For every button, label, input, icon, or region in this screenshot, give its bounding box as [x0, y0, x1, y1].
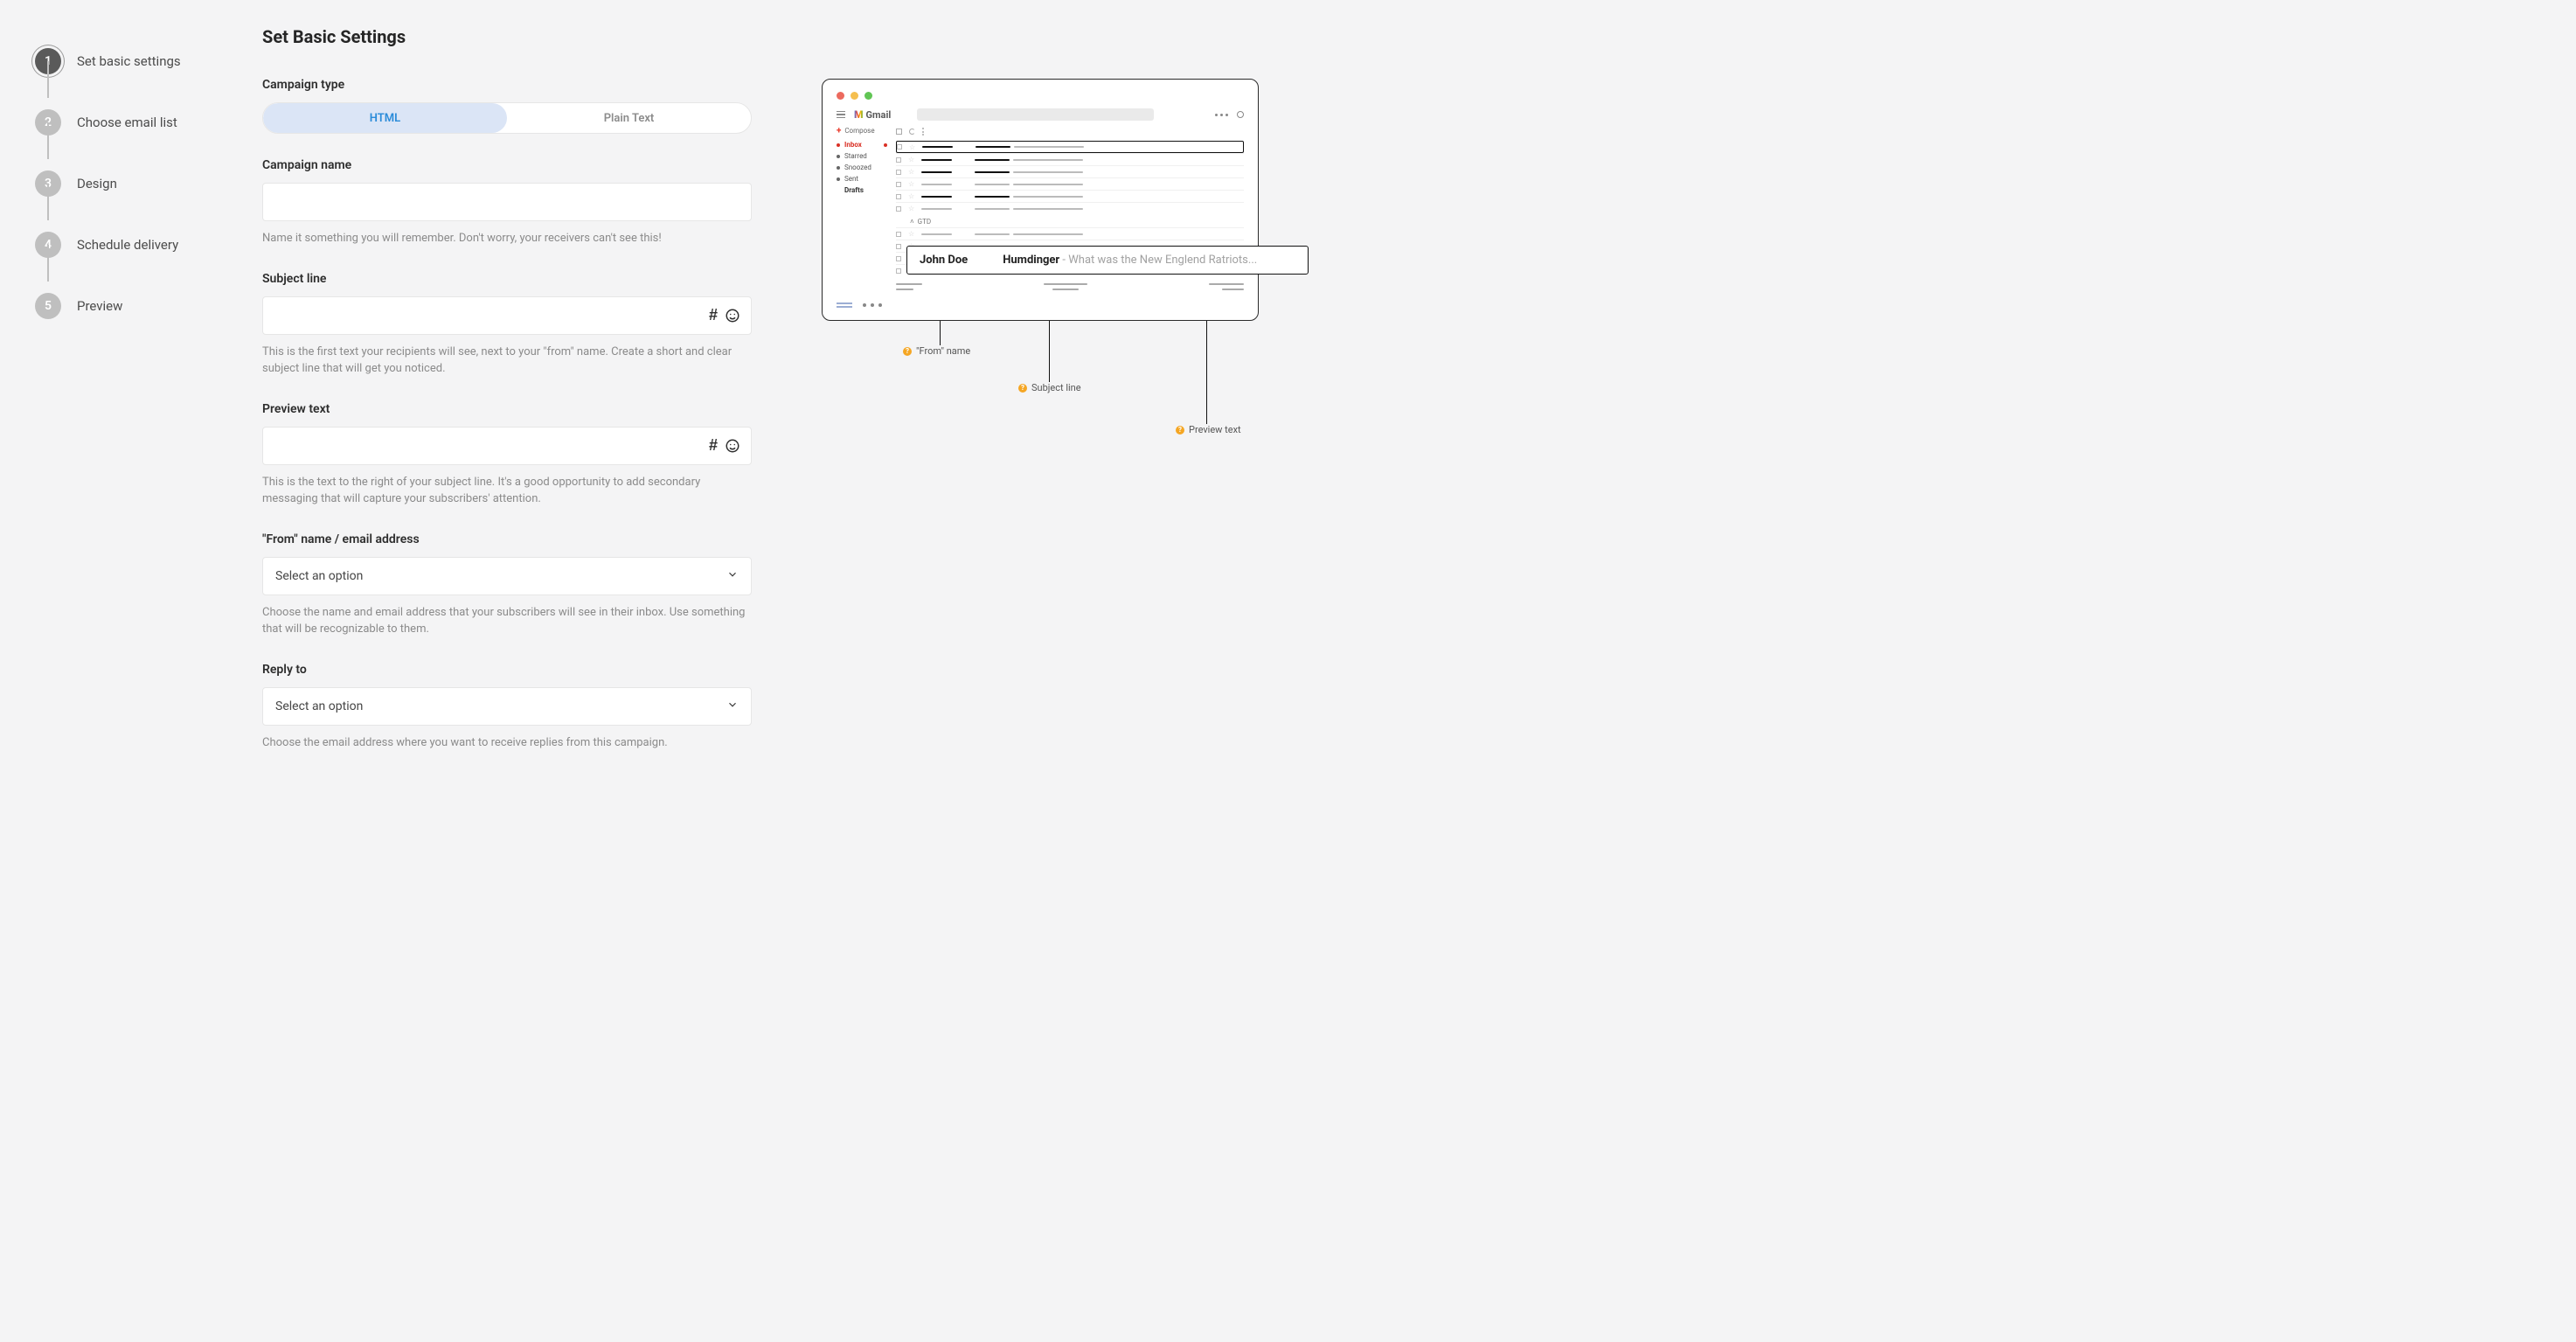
- message-row: ☆: [896, 177, 1244, 190]
- field-help: Name it something you will remember. Don…: [262, 230, 752, 247]
- field-label: Campaign name: [262, 158, 752, 172]
- window-traffic-lights: [823, 80, 1258, 107]
- step-preview[interactable]: 5 Preview: [35, 275, 210, 337]
- folder-drafts: Drafts: [837, 186, 887, 194]
- category-gtd: ˄GTD: [896, 214, 1244, 227]
- apps-grid-icon: [1215, 114, 1228, 116]
- merge-tag-icon[interactable]: #: [709, 436, 718, 455]
- field-label: Campaign type: [262, 78, 752, 92]
- chevron-down-icon: [726, 568, 739, 584]
- preview-text-input[interactable]: [263, 428, 709, 464]
- footer-dots-icon: [863, 303, 882, 307]
- info-badge-icon: ?: [903, 347, 912, 356]
- step-label: Schedule delivery: [77, 237, 178, 253]
- field-preview-text: Preview text # This is the text to the r…: [262, 402, 752, 508]
- field-label: Subject line: [262, 272, 752, 286]
- folder-snoozed: Snoozed: [837, 163, 887, 171]
- step-basic-settings[interactable]: 1 Set basic settings: [35, 31, 210, 92]
- input-wrap: #: [262, 296, 752, 335]
- message-row: ☆: [896, 165, 1244, 177]
- message-row: ☆: [896, 190, 1244, 202]
- step-choose-list[interactable]: 2 Choose email list: [35, 92, 210, 153]
- chevron-down-icon: [726, 699, 739, 714]
- field-subject-line: Subject line # This is the first text yo…: [262, 272, 752, 378]
- emoji-picker-icon[interactable]: [725, 438, 740, 454]
- campaign-name-input[interactable]: [263, 184, 751, 220]
- more-vert-icon: [922, 128, 924, 136]
- step-label: Choose email list: [77, 115, 177, 130]
- message-row: ☆: [896, 141, 1244, 153]
- message-row: ☆: [896, 153, 1244, 165]
- step-number: 5: [35, 293, 61, 319]
- merge-tag-icon[interactable]: #: [709, 306, 718, 324]
- settings-form: Set Basic Settings Campaign type HTML Pl…: [262, 26, 752, 1316]
- sample-email-row: John Doe Humdinger - What was the New En…: [906, 246, 1309, 275]
- field-label: Preview text: [262, 402, 752, 416]
- reply-to-select[interactable]: Select an option: [262, 687, 752, 726]
- folder-starred: Starred: [837, 152, 887, 160]
- folder-inbox: Inbox: [837, 141, 887, 149]
- field-label: "From" name / email address: [262, 532, 752, 546]
- input-wrap: #: [262, 427, 752, 465]
- info-badge-icon: ?: [1176, 426, 1184, 435]
- step-schedule[interactable]: 4 Schedule delivery: [35, 214, 210, 275]
- sample-preview-text: - What was the New Englend Ratriots...: [1059, 254, 1257, 267]
- list-toolbar: [896, 126, 1244, 137]
- field-label: Reply to: [262, 663, 752, 677]
- field-help: Choose the name and email address that y…: [262, 604, 752, 638]
- gmail-logo: MGmail: [854, 108, 891, 121]
- annotation-preview-text: ? Preview text: [1176, 424, 1241, 435]
- from-name-select[interactable]: Select an option: [262, 557, 752, 595]
- step-design[interactable]: 3 Design: [35, 153, 210, 214]
- step-label: Set basic settings: [77, 53, 181, 69]
- traffic-green-icon: [864, 92, 872, 100]
- annotation-from-name: ? "From" name: [903, 345, 970, 357]
- gear-icon: [1237, 111, 1244, 118]
- field-campaign-name: Campaign name Name it something you will…: [262, 158, 752, 247]
- field-campaign-type: Campaign type HTML Plain Text: [262, 78, 752, 134]
- campaign-type-html[interactable]: HTML: [263, 103, 507, 133]
- input-wrap: [262, 183, 752, 221]
- info-badge-icon: ?: [1018, 384, 1027, 393]
- compose-button: +Compose: [837, 126, 887, 136]
- emoji-picker-icon[interactable]: [725, 308, 740, 323]
- subject-line-input[interactable]: [263, 297, 709, 334]
- folder-sent: Sent: [837, 175, 887, 183]
- traffic-red-icon: [837, 92, 844, 100]
- field-help: Choose the email address where you want …: [262, 734, 752, 752]
- step-label: Preview: [77, 298, 122, 314]
- menu-lines-icon: [837, 302, 852, 308]
- gmail-footer-icons: [837, 302, 882, 308]
- page-title: Set Basic Settings: [262, 26, 752, 47]
- gmail-mockup-window: MGmail +Compose Inbox Starred Snoozed Se…: [822, 79, 1259, 321]
- wizard-stepper: 1 Set basic settings 2 Choose email list…: [35, 26, 210, 1316]
- step-label: Design: [77, 176, 117, 191]
- search-bar-placeholder: [917, 108, 1154, 121]
- select-placeholder: Select an option: [275, 699, 363, 713]
- gmail-sidebar: +Compose Inbox Starred Snoozed Sent Draf…: [837, 126, 887, 294]
- refresh-icon: [909, 129, 915, 135]
- sample-subject: Humdinger: [1003, 254, 1059, 267]
- inbox-preview-illustration: MGmail +Compose Inbox Starred Snoozed Se…: [822, 26, 1311, 1316]
- select-placeholder: Select an option: [275, 569, 363, 583]
- campaign-type-plain[interactable]: Plain Text: [507, 103, 751, 133]
- campaign-type-toggle: HTML Plain Text: [262, 102, 752, 134]
- annotation-subject-line: ? Subject line: [1018, 382, 1081, 393]
- hamburger-icon: [837, 111, 845, 119]
- traffic-yellow-icon: [851, 92, 858, 100]
- field-help: This is the first text your recipients w…: [262, 344, 752, 378]
- field-reply-to: Reply to Select an option Choose the ema…: [262, 663, 752, 752]
- sample-from-name: John Doe: [920, 254, 968, 267]
- message-row: ☆: [896, 202, 1244, 214]
- field-help: This is the text to the right of your su…: [262, 474, 752, 508]
- field-from-name: "From" name / email address Select an op…: [262, 532, 752, 638]
- select-all-checkbox-icon: [896, 129, 902, 135]
- message-row: ☆: [896, 227, 1244, 240]
